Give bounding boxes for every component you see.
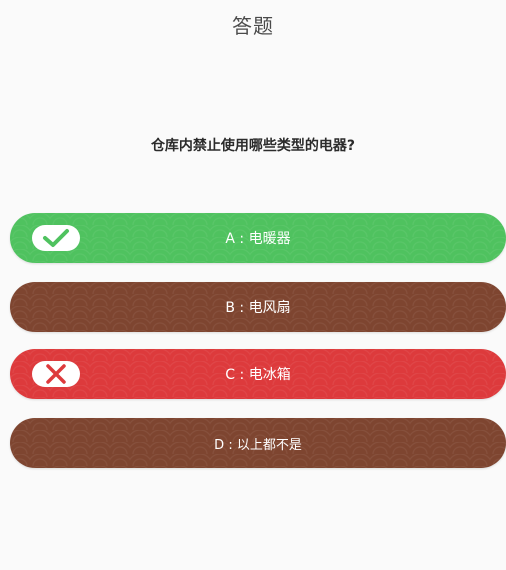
option-b-button[interactable]: B : 电风扇	[10, 282, 506, 332]
quiz-screen: 答题 仓库内禁止使用哪些类型的电器? A : 电暖器 B : 电风扇 C : 电…	[0, 0, 506, 570]
option-c-label: C : 电冰箱	[225, 367, 291, 383]
question-text: 仓库内禁止使用哪些类型的电器?	[150, 138, 356, 154]
option-c-button[interactable]: C : 电冰箱	[10, 349, 506, 399]
page-title: 答题	[232, 14, 274, 38]
option-a-button[interactable]: A : 电暖器	[10, 213, 506, 263]
option-b-label: B : 电风扇	[225, 300, 291, 316]
check-icon	[32, 225, 80, 251]
option-a-label: A : 电暖器	[225, 231, 291, 247]
option-d-button[interactable]: D : 以上都不是	[10, 418, 506, 468]
option-d-label: D : 以上都不是	[214, 437, 302, 453]
close-icon	[32, 361, 80, 387]
